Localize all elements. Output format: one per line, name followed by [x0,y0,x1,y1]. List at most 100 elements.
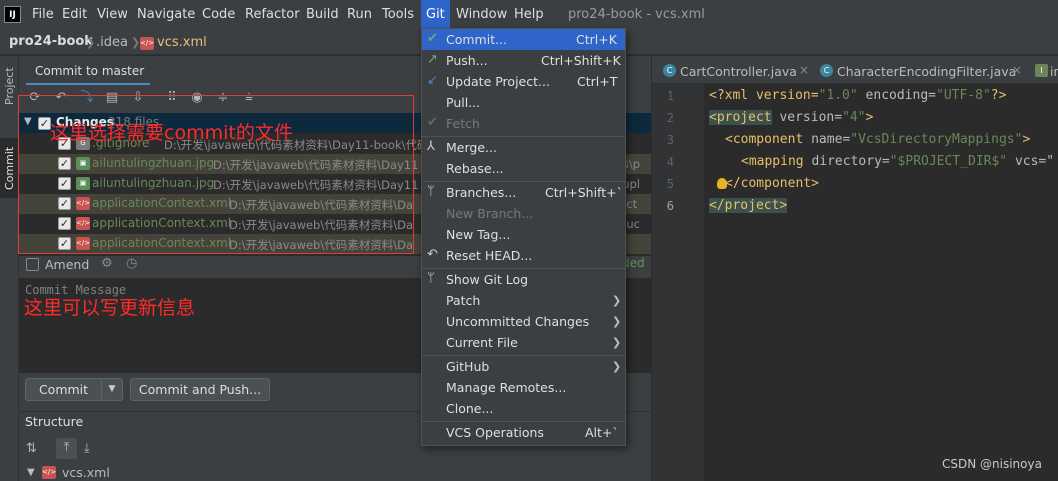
editor-tab-cartcontroller[interactable]: CartController.java [680,64,797,79]
menu-item-reset-head[interactable]: Reset HEAD... [446,248,532,263]
menu-item-update-project[interactable]: Update Project... [446,74,550,89]
annotation-select-files: 这里选择需要commit的文件 [50,122,293,144]
code-line-6: </project> [709,198,788,213]
menu-navigate[interactable]: Navigate [132,0,200,30]
menu-separator [422,355,625,356]
code-line-3: <component name="VcsDirectoryMappings"> [725,132,1031,147]
menu-item-commit-label[interactable]: Commit... [446,32,507,47]
structure-title: Structure [25,414,84,429]
commit-and-push-button[interactable]: Commit and Push... [130,378,270,401]
push-arrow-icon: ↗ [427,52,438,67]
code-line-5: </component> [725,176,819,191]
amend-label[interactable]: Amend [45,257,89,272]
active-tab-indicator [26,83,150,85]
class-icon: C [663,64,676,77]
menu-item-current-file[interactable]: Current File [446,335,518,350]
chevron-down-icon[interactable]: ▼ [27,467,35,478]
annotation-message: 这里可以写更新信息 [24,297,196,319]
chevron-right-icon: ❯ [612,294,622,307]
commit-button[interactable]: Commit [25,378,102,401]
chevron-right-icon: ❯ [131,36,141,49]
breadcrumb-folder[interactable]: .idea [96,35,128,50]
chevron-right-icon: ❯ [86,36,96,49]
code-line-2: <project version="4"> [709,110,874,125]
structure-file[interactable]: vcs.xml [62,465,110,480]
menu-file[interactable]: File [27,0,59,30]
window-title: pro24-book - vcs.xml [568,7,705,22]
chevron-right-icon: ❯ [612,336,622,349]
menu-tools[interactable]: Tools [377,0,419,30]
menu-item-patch[interactable]: Patch [446,293,480,308]
shortcut: Alt+` [585,425,619,440]
xml-file-icon: </> [42,466,56,479]
class-icon: C [820,64,833,77]
menu-edit[interactable]: Edit [57,0,92,30]
shortcut: Ctrl+K [576,32,617,47]
interface-icon: I [1035,64,1048,77]
check-icon: ✔ [427,115,438,130]
menu-window[interactable]: Window [451,0,512,30]
menu-item-vcs-operations[interactable]: VCS Operations [446,425,544,440]
commit-panel-title[interactable]: Commit to master [35,64,144,78]
menu-item-rebase[interactable]: Rebase... [446,161,504,176]
gear-icon[interactable]: ⚙ [101,256,113,271]
intellij-logo-icon: IJ [4,6,21,23]
chevron-right-icon: ❯ [612,315,622,328]
tool-tab-project[interactable]: Project [0,62,19,110]
menu-item-clone[interactable]: Clone... [446,401,493,416]
menu-item-uncommitted-changes[interactable]: Uncommitted Changes [446,314,589,329]
close-icon[interactable]: × [1012,63,1022,77]
menu-separator [422,181,625,182]
menu-separator [422,421,625,422]
line-number: 2 [666,111,674,125]
menu-run[interactable]: Run [342,0,377,30]
git-log-icon: ᛘ [427,271,435,286]
menu-build[interactable]: Build [301,0,344,30]
menu-item-new-branch: New Branch... [446,206,534,221]
menu-item-github[interactable]: GitHub [446,359,489,374]
menu-git[interactable]: Git [421,0,450,30]
sort-icon[interactable]: ⇅ [26,441,37,456]
menu-item-merge[interactable]: Merge... [446,140,497,155]
editor-tab-partial[interactable]: in [1050,64,1058,79]
left-tool-strip [0,56,19,481]
shortcut: Ctrl+T [577,74,618,89]
menu-view[interactable]: View [92,0,133,30]
breadcrumb-project[interactable]: pro24-book [9,34,93,49]
chevron-down-icon[interactable]: ▼ [102,378,123,401]
tool-tab-commit[interactable]: Commit [0,138,19,198]
amend-checkbox[interactable] [26,258,39,271]
menu-code[interactable]: Code [197,0,240,30]
clock-icon[interactable]: ◷ [126,256,137,271]
line-number: 4 [666,155,674,169]
menu-separator [422,268,625,269]
code-line-4: <mapping directory="$PROJECT_DIR$" vcs=" [741,154,1055,169]
menu-separator [422,136,625,137]
merge-icon: ⅄ [427,139,435,154]
navigate-to-source-icon[interactable]: ⤓ [84,441,90,456]
menu-item-show-git-log[interactable]: Show Git Log [446,272,528,287]
chevron-right-icon: ❯ [612,360,622,373]
menu-item-new-tag[interactable]: New Tag... [446,227,510,242]
line-number: 6 [666,199,674,213]
menu-item-manage-remotes[interactable]: Manage Remotes... [446,380,566,395]
menu-refactor[interactable]: Refactor [240,0,305,30]
watermark: CSDN @nisinoya [942,457,1042,471]
xml-file-icon: </> [140,37,154,50]
menu-item-fetch: Fetch [446,116,480,131]
check-icon: ✔ [427,31,438,46]
code-line-1: <?xml version="1.0" encoding="UTF-8"?> [709,88,1007,103]
menu-help[interactable]: Help [509,0,549,30]
close-icon[interactable]: × [799,63,809,77]
branch-icon: ᛘ [427,184,435,199]
breadcrumb-file[interactable]: vcs.xml [157,35,207,50]
menu-item-pull[interactable]: Pull... [446,95,480,110]
line-number: 5 [666,177,674,191]
menu-item-branches[interactable]: Branches... [446,185,516,200]
editor-tab-characterencodingfilter[interactable]: CharacterEncodingFilter.java [837,64,1016,79]
navigate-from-source-icon[interactable]: ⤒ [56,438,77,459]
shortcut: Ctrl+Shift+K [541,53,621,68]
line-number: 1 [666,89,674,103]
undo-icon: ↶ [427,247,438,262]
menu-item-push[interactable]: Push... [446,53,488,68]
